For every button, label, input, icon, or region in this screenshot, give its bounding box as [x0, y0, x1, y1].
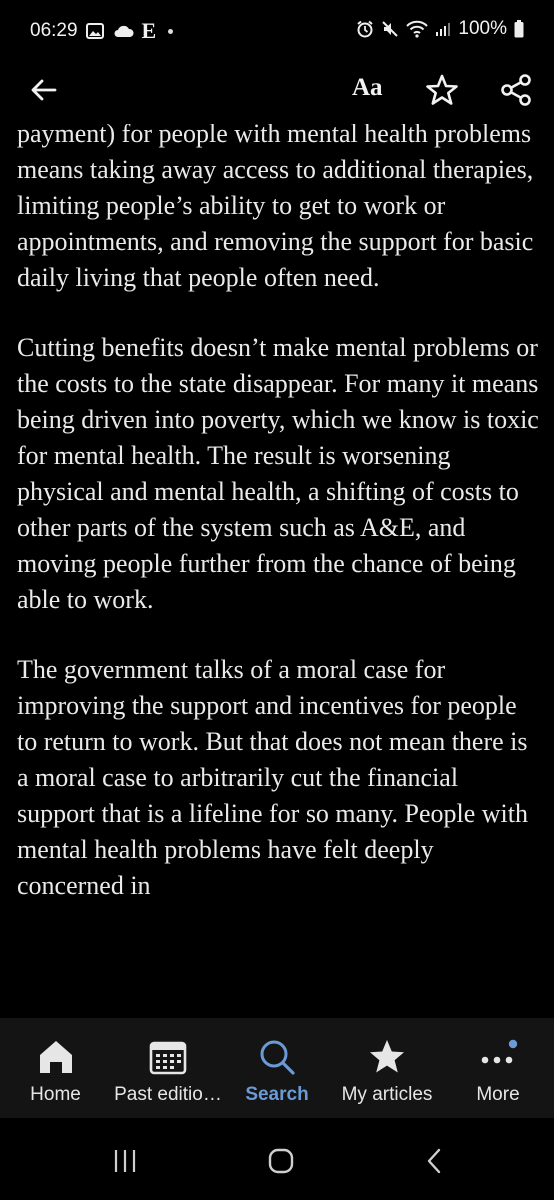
article-toolbar: Aa: [0, 60, 554, 124]
status-bar-right: 100%: [356, 18, 524, 40]
article-body: payment) for people with mental health p…: [17, 124, 542, 1014]
nav-label-more: More: [476, 1084, 520, 1105]
calendar-icon: [149, 1041, 187, 1075]
nav-label-home: Home: [30, 1084, 81, 1105]
back-arrow-icon[interactable]: [28, 74, 60, 106]
nav-item-my-articles[interactable]: My articles: [330, 1018, 444, 1118]
article-paragraph: payment) for people with mental health p…: [17, 124, 534, 292]
home-icon: [39, 1041, 72, 1073]
image-notification-icon: [85, 23, 104, 39]
nav-label-past-editions: Past editio…: [114, 1084, 222, 1105]
nav-item-past-editions[interactable]: Past editio…: [106, 1018, 230, 1118]
nav-label-my-articles: My articles: [341, 1084, 433, 1105]
mute-icon: [382, 21, 399, 37]
wifi-icon: [406, 20, 429, 38]
battery-percent: 100%: [458, 18, 507, 39]
search-icon: [260, 1040, 295, 1075]
home-button-icon[interactable]: [266, 1146, 296, 1176]
article-paragraph: The government talks of a moral case for…: [17, 655, 528, 900]
bookmark-star-icon[interactable]: [425, 73, 459, 107]
bottom-navigation: Home Past editio… Search My articles Mor…: [0, 1018, 554, 1118]
status-time: 06:29: [30, 20, 78, 41]
article-paragraph: Cutting benefits doesn’t make mental pro…: [17, 333, 539, 614]
app-letter-icon: E: [141, 18, 157, 43]
signal-icon: [436, 23, 451, 36]
text-size-button[interactable]: Aa: [352, 74, 383, 102]
nav-item-more[interactable]: More: [456, 1018, 540, 1118]
nav-item-home[interactable]: Home: [8, 1018, 103, 1118]
nav-item-search[interactable]: Search: [232, 1018, 322, 1118]
alarm-icon: [357, 20, 374, 38]
system-navigation-bar: [0, 1118, 554, 1200]
more-dots-icon: [481, 1039, 518, 1064]
cloud-icon: [114, 25, 134, 37]
system-back-icon[interactable]: [420, 1146, 450, 1176]
status-bar-left: 06:29 E: [30, 18, 174, 44]
recent-apps-icon[interactable]: [110, 1146, 140, 1176]
nav-label-search: Search: [245, 1084, 309, 1105]
star-filled-icon: [370, 1040, 404, 1073]
notification-dot-icon: [168, 28, 174, 34]
status-bar: 06:29 E 100%: [0, 0, 554, 60]
battery-icon: [514, 20, 524, 38]
share-icon[interactable]: [499, 73, 533, 107]
